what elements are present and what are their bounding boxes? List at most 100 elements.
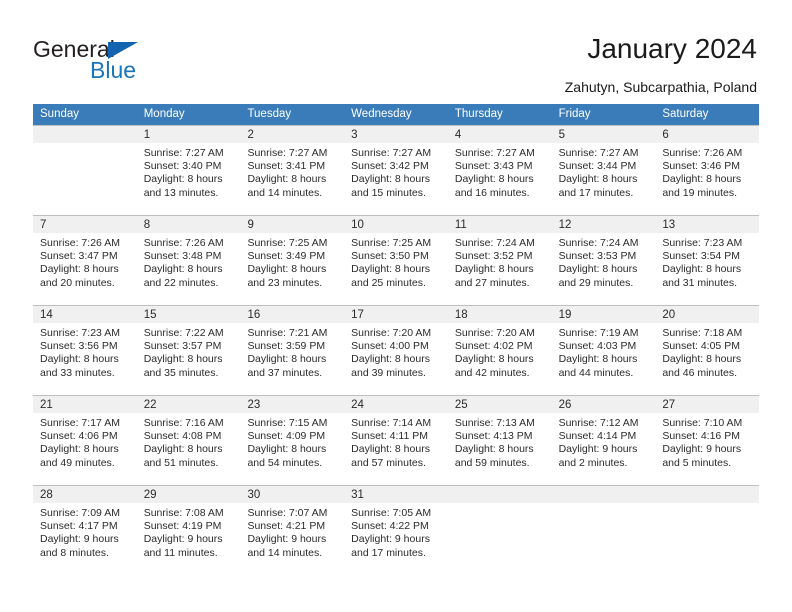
day-number: 31: [344, 486, 448, 503]
daylight-text-line2: and 35 minutes.: [143, 366, 219, 379]
sunrise-text: Sunrise: 7:20 AM: [351, 327, 432, 339]
day-details: Sunrise: 7:26 AM Sunset: 3:47 PM Dayligh…: [33, 233, 137, 290]
day-cell[interactable]: 17 Sunrise: 7:20 AM Sunset: 4:00 PM Dayl…: [344, 306, 448, 395]
day-cell[interactable]: 11 Sunrise: 7:24 AM Sunset: 3:52 PM Dayl…: [447, 216, 552, 305]
day-cell[interactable]: 30 Sunrise: 7:07 AM Sunset: 4:21 PM Dayl…: [240, 486, 345, 575]
day-cell[interactable]: 22 Sunrise: 7:16 AM Sunset: 4:08 PM Dayl…: [136, 396, 241, 485]
sunset-text: Sunset: 3:47 PM: [40, 250, 118, 263]
day-cell[interactable]: 25 Sunrise: 7:13 AM Sunset: 4:13 PM Dayl…: [447, 396, 552, 485]
daylight-text-line2: and 49 minutes.: [40, 456, 115, 469]
daylight-text-line2: and 8 minutes.: [40, 546, 109, 559]
day-cell[interactable]: 9 Sunrise: 7:25 AM Sunset: 3:49 PM Dayli…: [240, 216, 345, 305]
week-row: 14 Sunrise: 7:23 AM Sunset: 3:56 PM Dayl…: [33, 305, 760, 395]
day-number: 11: [447, 216, 552, 233]
day-details: Sunrise: 7:23 AM Sunset: 3:56 PM Dayligh…: [33, 323, 137, 380]
day-cell[interactable]: 6 Sunrise: 7:26 AM Sunset: 3:46 PM Dayli…: [655, 126, 760, 215]
day-cell[interactable]: 7 Sunrise: 7:26 AM Sunset: 3:47 PM Dayli…: [33, 216, 137, 305]
day-cell[interactable]: 31 Sunrise: 7:05 AM Sunset: 4:22 PM Dayl…: [344, 486, 448, 575]
sunset-text: Sunset: 4:17 PM: [40, 520, 118, 533]
day-details: Sunrise: 7:15 AM Sunset: 4:09 PM Dayligh…: [240, 413, 344, 470]
day-number: 30: [240, 486, 345, 503]
daylight-text-line1: Daylight: 8 hours: [662, 353, 742, 366]
daylight-text-line2: and 13 minutes.: [143, 186, 219, 199]
day-number: [33, 126, 137, 143]
day-number: 16: [240, 306, 345, 323]
daylight-text-line2: and 5 minutes.: [662, 456, 732, 469]
day-cell[interactable]: [33, 126, 137, 215]
day-number: 12: [551, 216, 656, 233]
sunset-text: Sunset: 3:46 PM: [662, 160, 740, 173]
sunrise-text: Sunrise: 7:25 AM: [247, 237, 328, 249]
day-cell[interactable]: 28 Sunrise: 7:09 AM Sunset: 4:17 PM Dayl…: [33, 486, 137, 575]
sunrise-text: Sunrise: 7:27 AM: [454, 147, 535, 159]
day-details: Sunrise: 7:08 AM Sunset: 4:19 PM Dayligh…: [137, 503, 241, 560]
sunset-text: Sunset: 3:57 PM: [143, 340, 222, 353]
daylight-text-line2: and 37 minutes.: [247, 366, 323, 379]
sunrise-text: Sunrise: 7:08 AM: [143, 507, 224, 519]
day-number: 27: [655, 396, 760, 413]
daylight-text-line1: Daylight: 9 hours: [351, 533, 430, 546]
day-cell[interactable]: [447, 486, 552, 575]
daylight-text-line2: and 46 minutes.: [662, 366, 738, 379]
sunset-text: Sunset: 3:50 PM: [351, 250, 429, 263]
day-cell[interactable]: 21 Sunrise: 7:17 AM Sunset: 4:06 PM Dayl…: [33, 396, 137, 485]
sunset-text: Sunset: 4:19 PM: [143, 520, 222, 533]
day-cell[interactable]: 19 Sunrise: 7:19 AM Sunset: 4:03 PM Dayl…: [551, 306, 656, 395]
sunrise-text: Sunrise: 7:15 AM: [247, 417, 328, 429]
day-details: Sunrise: 7:27 AM Sunset: 3:42 PM Dayligh…: [344, 143, 448, 200]
day-cell[interactable]: 1 Sunrise: 7:27 AM Sunset: 3:40 PM Dayli…: [136, 126, 241, 215]
sunrise-text: Sunrise: 7:09 AM: [40, 507, 120, 519]
sunrise-text: Sunrise: 7:21 AM: [247, 327, 328, 339]
day-cell[interactable]: 18 Sunrise: 7:20 AM Sunset: 4:02 PM Dayl…: [447, 306, 552, 395]
day-number: 9: [240, 216, 345, 233]
sunrise-text: Sunrise: 7:12 AM: [558, 417, 639, 429]
sunset-text: Sunset: 4:21 PM: [247, 520, 326, 533]
day-cell[interactable]: 20 Sunrise: 7:18 AM Sunset: 4:05 PM Dayl…: [655, 306, 760, 395]
day-cell[interactable]: 16 Sunrise: 7:21 AM Sunset: 3:59 PM Dayl…: [240, 306, 345, 395]
day-cell[interactable]: 24 Sunrise: 7:14 AM Sunset: 4:11 PM Dayl…: [344, 396, 448, 485]
day-cell[interactable]: 26 Sunrise: 7:12 AM Sunset: 4:14 PM Dayl…: [551, 396, 656, 485]
day-cell[interactable]: 8 Sunrise: 7:26 AM Sunset: 3:48 PM Dayli…: [136, 216, 241, 305]
day-cell[interactable]: 27 Sunrise: 7:10 AM Sunset: 4:16 PM Dayl…: [655, 396, 760, 485]
sunrise-text: Sunrise: 7:27 AM: [558, 147, 639, 159]
daylight-text-line2: and 17 minutes.: [558, 186, 634, 199]
day-cell[interactable]: 29 Sunrise: 7:08 AM Sunset: 4:19 PM Dayl…: [136, 486, 241, 575]
day-cell[interactable]: 23 Sunrise: 7:15 AM Sunset: 4:09 PM Dayl…: [240, 396, 345, 485]
day-details: [552, 503, 656, 507]
day-details: Sunrise: 7:07 AM Sunset: 4:21 PM Dayligh…: [240, 503, 344, 560]
day-cell[interactable]: 12 Sunrise: 7:24 AM Sunset: 3:53 PM Dayl…: [551, 216, 656, 305]
sunset-text: Sunset: 3:54 PM: [662, 250, 740, 263]
day-cell[interactable]: [655, 486, 760, 575]
weekday-header-wednesday: Wednesday: [351, 108, 412, 120]
day-cell[interactable]: 13 Sunrise: 7:23 AM Sunset: 3:54 PM Dayl…: [655, 216, 760, 305]
sunrise-text: Sunrise: 7:07 AM: [247, 507, 328, 519]
sunrise-text: Sunrise: 7:27 AM: [143, 147, 224, 159]
daylight-text-line2: and 25 minutes.: [351, 276, 426, 289]
day-details: Sunrise: 7:23 AM Sunset: 3:54 PM Dayligh…: [655, 233, 759, 290]
daylight-text-line1: Daylight: 8 hours: [558, 173, 638, 186]
day-cell[interactable]: 10 Sunrise: 7:25 AM Sunset: 3:50 PM Dayl…: [344, 216, 448, 305]
day-details: Sunrise: 7:27 AM Sunset: 3:43 PM Dayligh…: [448, 143, 552, 200]
sunset-text: Sunset: 4:13 PM: [454, 430, 533, 443]
day-details: Sunrise: 7:26 AM Sunset: 3:46 PM Dayligh…: [655, 143, 759, 200]
day-details: Sunrise: 7:14 AM Sunset: 4:11 PM Dayligh…: [344, 413, 448, 470]
day-details: Sunrise: 7:17 AM Sunset: 4:06 PM Dayligh…: [33, 413, 137, 470]
sunset-text: Sunset: 3:49 PM: [247, 250, 326, 263]
weekday-header-saturday: Saturday: [662, 108, 709, 120]
day-cell[interactable]: 4 Sunrise: 7:27 AM Sunset: 3:43 PM Dayli…: [447, 126, 552, 215]
day-cell[interactable]: 15 Sunrise: 7:22 AM Sunset: 3:57 PM Dayl…: [136, 306, 241, 395]
daylight-text-line1: Daylight: 8 hours: [247, 443, 327, 456]
day-details: Sunrise: 7:20 AM Sunset: 4:02 PM Dayligh…: [448, 323, 552, 380]
day-cell[interactable]: 5 Sunrise: 7:27 AM Sunset: 3:44 PM Dayli…: [551, 126, 656, 215]
daylight-text-line1: Daylight: 8 hours: [662, 173, 742, 186]
day-cell[interactable]: 3 Sunrise: 7:27 AM Sunset: 3:42 PM Dayli…: [344, 126, 448, 215]
daylight-text-line1: Daylight: 8 hours: [351, 263, 430, 276]
sunrise-text: Sunrise: 7:16 AM: [143, 417, 224, 429]
day-cell[interactable]: [551, 486, 656, 575]
day-cell[interactable]: 14 Sunrise: 7:23 AM Sunset: 3:56 PM Dayl…: [33, 306, 137, 395]
day-details: Sunrise: 7:16 AM Sunset: 4:08 PM Dayligh…: [137, 413, 241, 470]
day-details: [655, 503, 759, 507]
daylight-text-line1: Daylight: 8 hours: [454, 353, 534, 366]
day-cell[interactable]: 2 Sunrise: 7:27 AM Sunset: 3:41 PM Dayli…: [240, 126, 345, 215]
daylight-text-line2: and 42 minutes.: [454, 366, 530, 379]
